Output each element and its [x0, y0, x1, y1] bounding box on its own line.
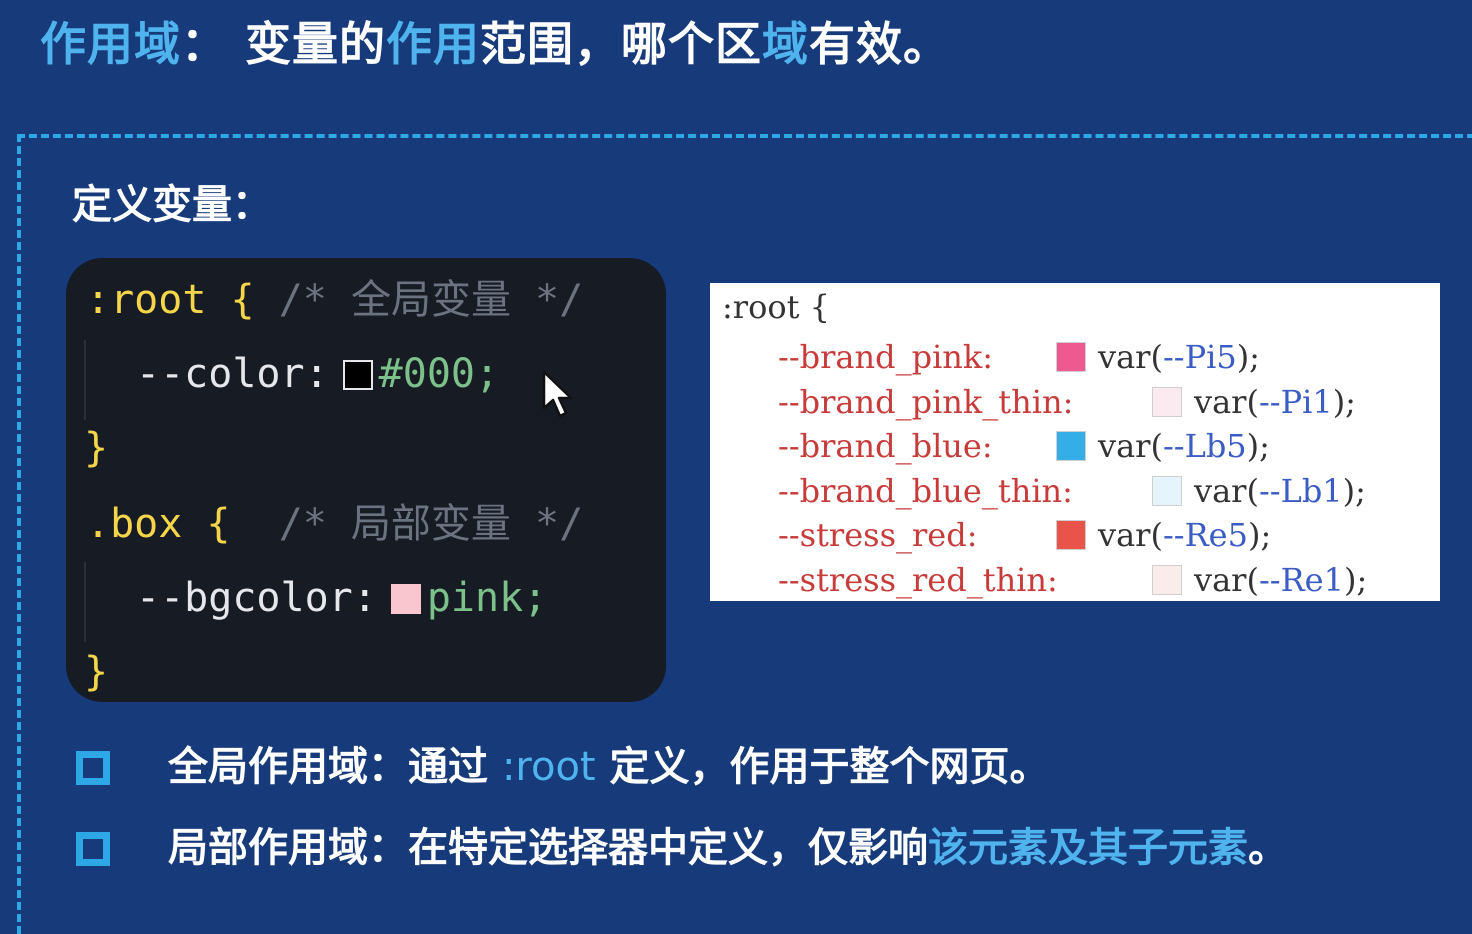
code-line-close2: }: [84, 646, 108, 698]
square-bullet-icon: [76, 832, 110, 866]
light-var-arg: --Lb5: [1162, 427, 1247, 465]
heading-part1: 变量的: [245, 17, 387, 71]
color-value: #000;: [378, 351, 500, 397]
light-var-fn: var(: [1098, 338, 1163, 376]
open-brace: {: [206, 501, 231, 547]
light-var-end: );: [1236, 338, 1260, 376]
bullet-global-highlight: :root: [501, 744, 596, 790]
box-comment: /* 局部变量 */: [278, 501, 584, 547]
bullet-global-rest: 定义，作用于整个网页。: [595, 744, 1050, 790]
bullet-global: 全局作用域：通过 :root 定义，作用于整个网页。: [168, 740, 1050, 794]
light-var-call: var(--Re1);: [1194, 558, 1367, 602]
light-var-fn: var(: [1194, 382, 1259, 421]
code-line-root: :root { /* 全局变量 */: [86, 274, 583, 326]
light-color-swatch: [1056, 520, 1086, 550]
light-var-arg: --Pi1: [1258, 382, 1333, 421]
light-var-call: var(--Lb5);: [1098, 424, 1270, 468]
bullet-local-tail: 。: [1248, 825, 1288, 871]
open-brace: {: [230, 277, 255, 323]
bullet-global-label: 全局作用域：通过: [168, 744, 502, 790]
bullet-local-highlight: 该元素及其子元素: [928, 825, 1248, 871]
heading-part4: 域: [762, 17, 810, 71]
square-bullet-icon: [76, 751, 110, 785]
color-swatch: [342, 360, 373, 390]
code-line-color: --color: #000;: [136, 348, 499, 400]
light-var-call: var(--Re5);: [1098, 513, 1271, 557]
light-prop: --brand_pink_thin:: [778, 382, 1074, 421]
heading-term: 作用域: [40, 17, 181, 71]
root-comment: /* 全局变量 */: [278, 277, 584, 323]
light-color-swatch: [1056, 342, 1086, 372]
light-var-arg: --Re1: [1258, 560, 1344, 599]
light-root-selector: :root {: [722, 288, 830, 326]
root-selector: :root: [86, 277, 207, 323]
page-title: 作用域： 变量的作用范围，哪个区域有效。: [40, 14, 950, 74]
section-title: 定义变量：: [72, 182, 272, 228]
light-var-fn: var(: [1098, 516, 1163, 554]
code-panel-light: :root { --brand_pink: var(--Pi5); --brand_…: [710, 283, 1440, 601]
heading-colon: ：: [181, 17, 228, 71]
light-var-call: var(--Pi1);: [1194, 380, 1356, 424]
light-color-swatch: [1152, 475, 1182, 506]
heading-part5: 有效。: [809, 17, 951, 71]
bullet-local-label: 局部作用域：在特定选择器中定义，仅影响: [168, 825, 928, 871]
light-prop: --brand_blue:: [778, 427, 993, 465]
close-brace: }: [84, 649, 109, 695]
light-prop: --brand_blue_thin:: [778, 471, 1073, 510]
light-var-end: );: [1332, 382, 1356, 421]
light-var-arg: --Pi5: [1162, 338, 1237, 376]
light-var-arg: --Lb1: [1258, 471, 1343, 510]
light-var-end: );: [1342, 471, 1366, 510]
light-color-swatch: [1056, 431, 1086, 461]
light-prop: --stress_red_thin:: [778, 560, 1058, 599]
bgcolor-prop: --bgcolor:: [136, 575, 377, 621]
light-prop: --stress_red:: [778, 516, 978, 554]
light-var-fn: var(: [1194, 471, 1259, 510]
heading-part2: 作用: [386, 17, 481, 71]
code-line-bgcolor: --bgcolor: pink;: [136, 572, 547, 624]
color-prop: --color:: [136, 351, 329, 397]
light-var-end: );: [1246, 427, 1270, 465]
light-var-end: );: [1343, 560, 1368, 599]
close-brace: }: [84, 425, 109, 471]
mouse-pointer-icon: [542, 370, 573, 418]
light-prop: --brand_pink:: [778, 338, 994, 376]
code-panel-dark: :root { /* 全局变量 */ --color: #000; } .box …: [66, 258, 666, 702]
code-line-close1: }: [84, 422, 108, 474]
heading-part3: 范围，哪个区: [480, 17, 763, 71]
code-line-box: .box { /* 局部变量 */: [86, 498, 583, 550]
light-var-fn: var(: [1098, 427, 1163, 465]
light-var-arg: --Re5: [1162, 516, 1248, 554]
light-var-call: var(--Pi5);: [1098, 335, 1260, 379]
light-color-swatch: [1152, 564, 1182, 595]
bgcolor-value: pink;: [426, 575, 548, 621]
light-color-swatch: [1152, 386, 1182, 417]
bullet-local: 局部作用域：在特定选择器中定义，仅影响该元素及其子元素。: [168, 821, 1288, 875]
indent-guide: [84, 562, 86, 642]
light-var-call: var(--Lb1);: [1194, 469, 1366, 513]
indent-guide: [84, 340, 86, 420]
light-var-end: );: [1247, 516, 1272, 554]
pink-swatch: [390, 584, 421, 614]
box-selector: .box: [86, 501, 183, 547]
light-var-fn: var(: [1194, 560, 1259, 599]
